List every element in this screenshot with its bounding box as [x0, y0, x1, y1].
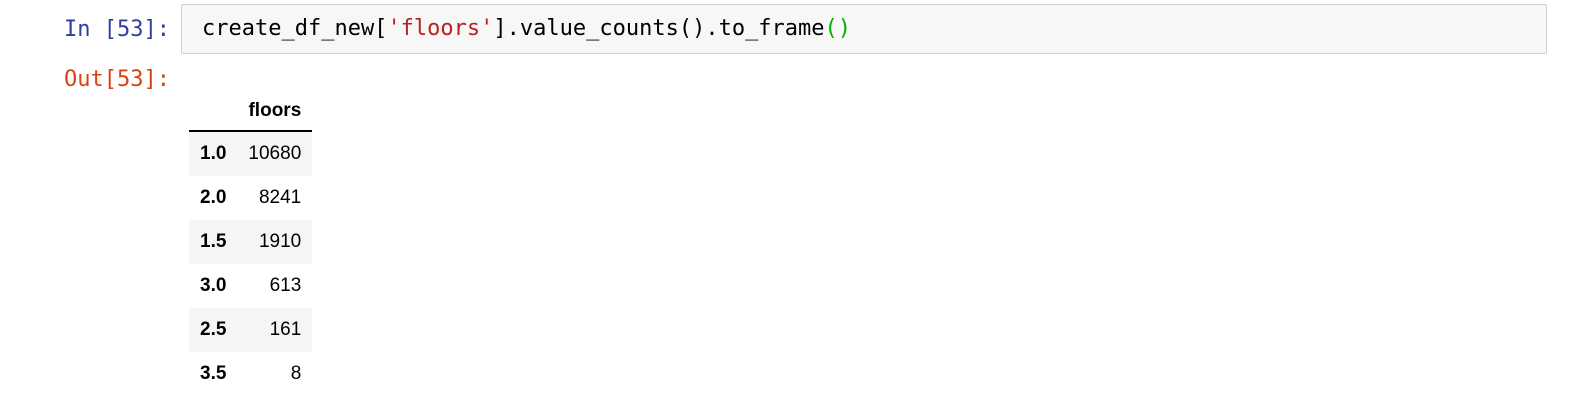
row-index: 3.5	[200, 363, 227, 384]
row-value: 8	[290, 363, 302, 384]
dataframe-table: floors 1.0 10680 2.0 8241 1.5 1910 3.0 6…	[189, 92, 313, 396]
table-row: 3.0 613	[189, 264, 312, 308]
row-index: 1.0	[200, 143, 227, 164]
code-input-cell[interactable]: create_df_new['floors'].value_counts().t…	[181, 4, 1547, 54]
input-prompt: In [53]:	[64, 17, 170, 42]
code-token-string: 'floors'	[387, 16, 494, 41]
output-prompt: Out[53]:	[64, 67, 170, 92]
code-token-name: create_df_new[	[202, 16, 388, 41]
row-value: 161	[269, 319, 302, 340]
table-row: 1.0 10680	[189, 131, 313, 176]
row-index: 2.0	[200, 187, 227, 208]
column-header-floors: floors	[237, 92, 313, 132]
table-row: 2.5 161	[189, 308, 313, 352]
output-area: floors 1.0 10680 2.0 8241 1.5 1910 3.0 6…	[189, 92, 313, 396]
row-value: 1910	[258, 231, 302, 252]
row-index: 2.5	[200, 319, 227, 340]
code-token-parens: ()	[824, 16, 852, 41]
row-value: 10680	[248, 143, 302, 164]
code-token-method-chain: ].value_counts().to_frame	[493, 16, 825, 41]
table-row: 3.5 8	[189, 352, 312, 396]
row-value: 613	[269, 275, 302, 296]
table-row: 2.0 8241	[189, 176, 312, 220]
index-header	[189, 92, 238, 132]
row-value: 8241	[258, 187, 302, 208]
row-index: 3.0	[200, 275, 227, 296]
row-index: 1.5	[200, 231, 227, 252]
table-header-row: floors	[189, 92, 313, 132]
table-row: 1.5 1910	[189, 220, 313, 264]
code-line[interactable]: create_df_new['floors'].value_counts().t…	[202, 16, 851, 42]
